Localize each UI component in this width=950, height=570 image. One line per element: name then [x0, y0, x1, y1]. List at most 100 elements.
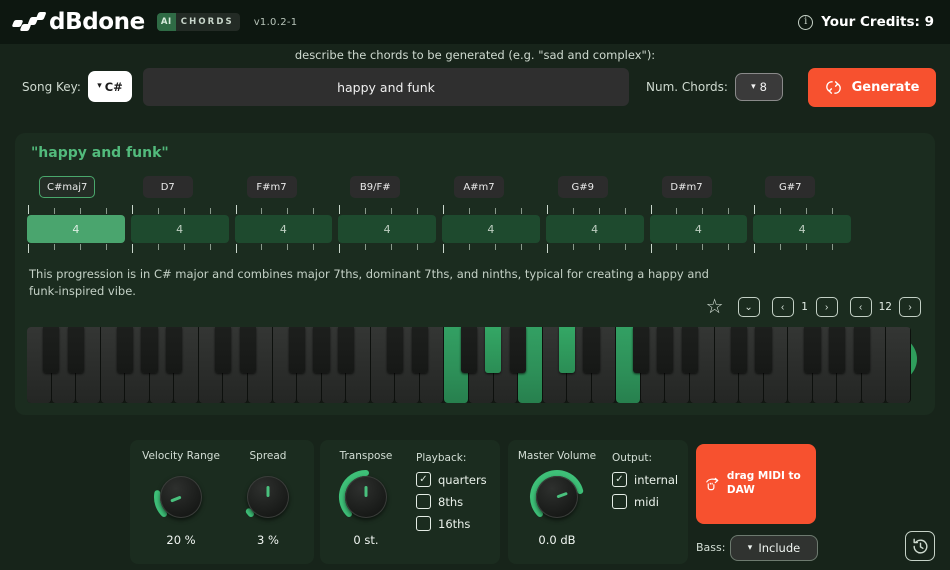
piano-black-key[interactable] [853, 327, 870, 373]
piano-black-key[interactable] [657, 327, 674, 373]
chord-bar-segment[interactable]: 4 [545, 205, 650, 253]
checkbox-empty-icon[interactable] [416, 516, 431, 531]
checkbox-row[interactable]: ✓ internal [612, 472, 678, 487]
ruler-tick [624, 208, 626, 214]
checkbox-checked-icon[interactable]: ✓ [416, 472, 431, 487]
master-volume-knob[interactable] [528, 468, 586, 526]
variation-next-button[interactable]: › [899, 297, 921, 317]
checkbox-row[interactable]: ✓ quarters [416, 472, 487, 487]
piano-black-key[interactable] [460, 327, 477, 373]
piano-black-key[interactable] [583, 327, 600, 373]
output-title: Output: [612, 452, 653, 464]
history-button[interactable] [905, 531, 935, 561]
ruler-tick [624, 244, 626, 250]
piano-black-key[interactable] [485, 327, 502, 373]
bar-ruler [27, 205, 131, 214]
piano-black-key[interactable] [386, 327, 404, 373]
bar-ruler [131, 205, 235, 214]
bass-select[interactable]: ▾ Include [730, 535, 818, 561]
chord-chip[interactable]: F#m7 [246, 176, 297, 198]
playback-options: Playback: ✓ quarters 8ths 16ths [416, 452, 487, 538]
dbdone-logo-icon [11, 11, 47, 33]
ai-chords-badge: AI CHORDS [156, 13, 240, 31]
chord-bar-segment[interactable]: 4 [338, 205, 442, 253]
velocity-range-knob[interactable] [152, 468, 210, 526]
piano-black-key[interactable] [313, 327, 330, 373]
page-next-button[interactable]: › [815, 297, 838, 317]
page-number: 1 [801, 301, 808, 313]
drag-midi-button[interactable]: drag MIDI to DAW [696, 444, 816, 524]
chord-bar-segment[interactable]: 4 [130, 205, 235, 253]
checkbox-empty-icon[interactable] [612, 494, 627, 509]
info-icon[interactable]: i [798, 14, 814, 30]
velocity-range-value: 20 % [166, 533, 196, 547]
ruler-tick [28, 244, 29, 253]
chord-chip[interactable]: D#m7 [661, 176, 712, 198]
piano-black-key[interactable] [804, 327, 821, 373]
piano-black-key[interactable] [337, 327, 355, 373]
favorite-star-icon[interactable]: ☆ [704, 297, 726, 317]
chord-chip-label: B9/F# [359, 181, 391, 193]
ruler-tick [261, 208, 263, 214]
piano-white-key[interactable] [886, 327, 911, 403]
ruler-tick [598, 244, 600, 250]
chord-bar-segment[interactable]: 4 [442, 205, 546, 253]
piano-black-key[interactable] [558, 327, 576, 373]
piano-black-key[interactable] [755, 327, 772, 373]
ruler-tick [728, 244, 730, 250]
chord-chip[interactable]: A#m7 [454, 176, 504, 198]
chord-bar-segment[interactable]: 4 [649, 205, 754, 253]
piano-black-key[interactable] [411, 327, 428, 373]
ruler-tick [728, 208, 730, 214]
chord-chip[interactable]: C#maj7 [39, 176, 96, 198]
piano-black-key[interactable] [215, 327, 232, 373]
velocity-range-control: Velocity Range 20 % [138, 450, 224, 547]
transpose-knob[interactable] [337, 468, 395, 526]
bar-ruler [235, 244, 339, 253]
piano-black-key[interactable] [67, 327, 84, 373]
chord-bar-segment[interactable]: 4 [753, 205, 857, 253]
bass-label: Bass: [696, 541, 726, 554]
piano-black-key[interactable] [165, 327, 183, 373]
ruler-tick [105, 244, 107, 250]
ruler-tick [780, 244, 782, 250]
prompt-instruction: describe the chords to be generated (e.g… [294, 48, 656, 62]
chord-bar-segment[interactable]: 4 [234, 205, 339, 253]
num-chords-select[interactable]: ▾ 8 [735, 73, 783, 101]
checkbox-row[interactable]: 16ths [416, 516, 487, 531]
variation-dropdown-button[interactable]: ⌄ [737, 297, 760, 317]
bar-beats-value: 4 [545, 215, 644, 243]
piano-black-key[interactable] [828, 327, 846, 373]
piano-black-key[interactable] [239, 327, 256, 373]
piano-black-key[interactable] [116, 327, 134, 373]
checkbox-row[interactable]: 8ths [416, 494, 487, 509]
checkbox-checked-icon[interactable]: ✓ [612, 472, 627, 487]
piano-black-key[interactable] [730, 327, 747, 373]
ruler-tick [754, 205, 756, 214]
piano-black-key[interactable] [43, 327, 60, 373]
spread-knob[interactable] [239, 468, 297, 526]
generate-button[interactable]: Generate [808, 68, 936, 107]
piano-black-key[interactable] [681, 327, 698, 373]
ruler-tick [339, 244, 341, 253]
piano-black-key[interactable] [509, 327, 526, 373]
chord-chip[interactable]: G#9 [557, 176, 608, 198]
checkbox-empty-icon[interactable] [416, 494, 431, 509]
piano-black-key[interactable] [288, 327, 305, 373]
page-prev-button[interactable]: ‹ [771, 297, 794, 317]
variation-prev-button[interactable]: ‹ [849, 297, 872, 317]
piano-black-key[interactable] [632, 327, 649, 373]
chord-chip[interactable]: G#7 [765, 176, 816, 198]
checkbox-label: quarters [438, 472, 487, 487]
bar-beats-value: 4 [649, 215, 748, 243]
checkbox-row[interactable]: midi [612, 494, 678, 509]
prompt-input[interactable] [143, 68, 629, 106]
chord-chip[interactable]: D7 [142, 176, 193, 198]
song-key-select[interactable]: ▾ C# [88, 71, 132, 102]
piano-keyboard[interactable] [27, 327, 911, 403]
ruler-tick [53, 208, 55, 214]
ruler-tick [339, 205, 341, 214]
piano-black-key[interactable] [141, 327, 158, 373]
chord-chip[interactable]: B9/F# [350, 176, 401, 198]
chord-bar-segment[interactable]: 4 [27, 205, 131, 253]
